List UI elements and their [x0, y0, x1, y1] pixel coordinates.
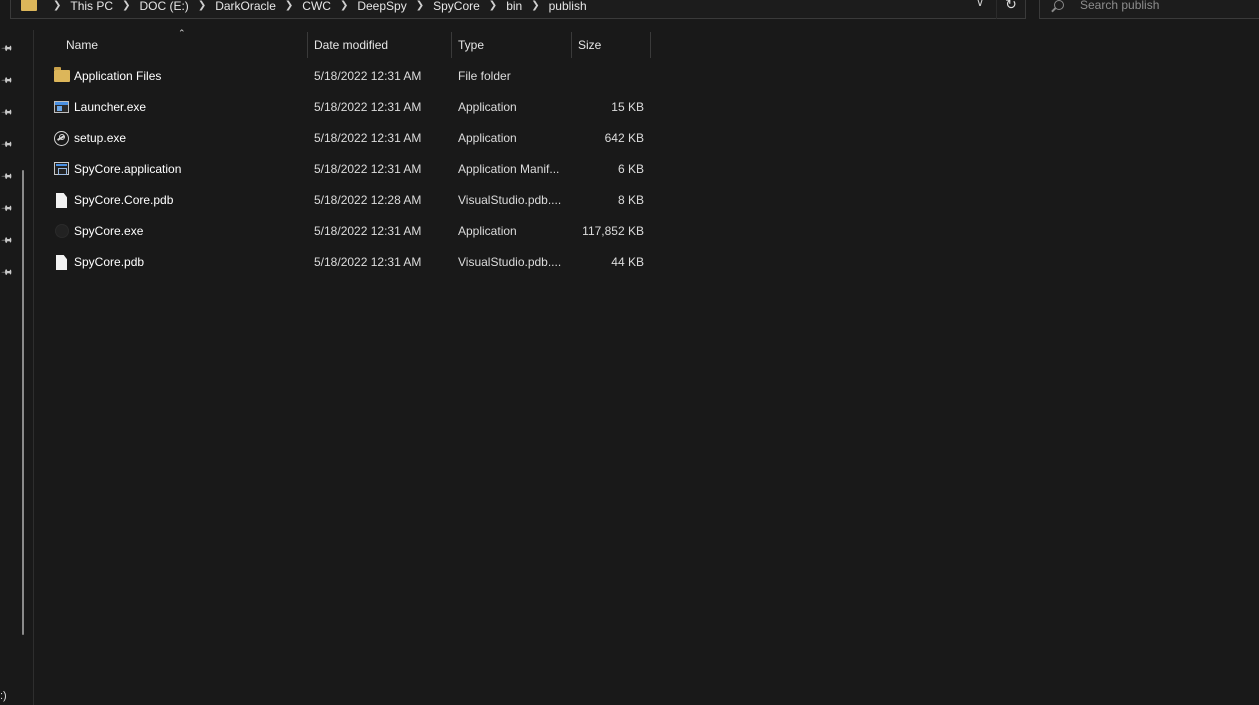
pin-icon[interactable]: 🖈 — [0, 233, 14, 248]
breadcrumb-spycore[interactable]: SpyCore — [433, 0, 480, 13]
file-date: 5/18/2022 12:31 AM — [314, 100, 422, 114]
pin-icon[interactable]: 🖈 — [0, 265, 14, 280]
chevron-right-icon[interactable]: ❯ — [531, 0, 539, 11]
file-type: VisualStudio.pdb.... — [458, 255, 562, 269]
file-type: Application — [458, 131, 517, 145]
pin-icon[interactable]: 🖈 — [0, 105, 14, 120]
column-resize-handle[interactable] — [650, 32, 651, 58]
chevron-right-icon[interactable]: ❯ — [198, 0, 206, 11]
file-size: 642 KB — [604, 131, 644, 145]
file-name: Application Files — [74, 69, 162, 83]
file-type: Application — [458, 100, 517, 114]
address-bar[interactable]: ❯ This PC ❯ DOC (E:) ❯ DarkOracle ❯ CWC … — [10, 0, 1026, 19]
file-name: SpyCore.Core.pdb — [74, 193, 174, 207]
file-name: Launcher.exe — [74, 100, 147, 114]
breadcrumb-this-pc[interactable]: This PC — [70, 0, 113, 13]
nav-item-drive-fragment[interactable]: :) — [0, 690, 7, 702]
folder-icon — [54, 67, 70, 82]
folder-icon — [21, 0, 37, 11]
exe-icon — [54, 101, 69, 113]
file-type: Application Manif... — [458, 162, 560, 176]
file-row[interactable]: SpyCore.exe 5/18/2022 12:31 AM Applicati… — [35, 216, 655, 247]
file-type: Application — [458, 224, 517, 238]
pin-icon[interactable]: 🖈 — [0, 73, 14, 88]
pin-icon[interactable]: 🖈 — [0, 201, 14, 216]
chevron-right-icon[interactable]: ❯ — [285, 0, 293, 11]
search-icon — [1054, 0, 1064, 10]
search-box[interactable] — [1039, 0, 1259, 19]
file-size: 117,852 KB — [582, 224, 644, 238]
document-icon — [56, 193, 67, 208]
refresh-icon[interactable]: ↻ — [1001, 0, 1021, 14]
chevron-right-icon[interactable]: ❯ — [53, 0, 61, 11]
file-row[interactable]: SpyCore.Core.pdb 5/18/2022 12:28 AM Visu… — [35, 185, 655, 216]
breadcrumb-cwc[interactable]: CWC — [302, 0, 331, 13]
chevron-right-icon[interactable]: ❯ — [489, 0, 497, 11]
file-row[interactable]: Launcher.exe 5/18/2022 12:31 AM Applicat… — [35, 92, 655, 123]
pin-icon[interactable]: 🖈 — [0, 169, 14, 184]
file-row[interactable]: Application Files 5/18/2022 12:31 AM Fil… — [35, 61, 655, 92]
file-size: 44 KB — [611, 255, 644, 269]
setup-icon — [54, 131, 69, 146]
column-header-size[interactable]: Size — [572, 32, 650, 58]
file-name: SpyCore.exe — [74, 224, 144, 238]
file-type: File folder — [458, 69, 511, 83]
chevron-down-icon[interactable]: ∨ — [972, 0, 988, 11]
chevron-right-icon[interactable]: ❯ — [416, 0, 424, 11]
pin-icon[interactable]: 🖈 — [0, 137, 14, 152]
file-size — [575, 61, 644, 92]
column-header-type[interactable]: Type — [452, 32, 571, 58]
file-size: 15 KB — [611, 100, 644, 114]
column-header-date[interactable]: Date modified — [308, 32, 451, 58]
app-icon — [55, 224, 69, 238]
navigation-pane: 🖈 🖈 🖈 🖈 🖈 🖈 🖈 🖈 — [0, 30, 22, 705]
file-row[interactable]: setup.exe 5/18/2022 12:31 AM Application… — [35, 123, 655, 154]
file-list: Application Files 5/18/2022 12:31 AM Fil… — [35, 61, 655, 278]
file-type: VisualStudio.pdb.... — [458, 193, 562, 207]
file-name: SpyCore.application — [74, 162, 182, 176]
file-name: setup.exe — [74, 131, 127, 145]
column-header-name[interactable]: Name — [60, 32, 307, 58]
breadcrumb-deepspy[interactable]: DeepSpy — [357, 0, 406, 13]
breadcrumb-darkoracle[interactable]: DarkOracle — [215, 0, 276, 13]
chevron-right-icon[interactable]: ❯ — [340, 0, 348, 11]
file-date: 5/18/2022 12:31 AM — [314, 224, 422, 238]
file-size: 6 KB — [617, 162, 644, 176]
file-row[interactable]: SpyCore.application 5/18/2022 12:31 AM A… — [35, 154, 655, 185]
file-date: 5/18/2022 12:31 AM — [314, 131, 422, 145]
pane-divider[interactable] — [33, 30, 34, 705]
divider — [996, 0, 997, 19]
file-size: 8 KB — [617, 193, 644, 207]
file-row[interactable]: SpyCore.pdb 5/18/2022 12:31 AM VisualStu… — [35, 247, 655, 278]
file-date: 5/18/2022 12:31 AM — [314, 255, 422, 269]
document-icon — [56, 255, 67, 270]
file-name: SpyCore.pdb — [74, 255, 145, 269]
search-input[interactable] — [1080, 0, 1250, 13]
nav-scrollbar[interactable] — [22, 170, 24, 635]
chevron-right-icon[interactable]: ❯ — [122, 0, 130, 11]
file-date: 5/18/2022 12:28 AM — [314, 193, 422, 207]
file-date: 5/18/2022 12:31 AM — [314, 69, 422, 83]
file-date: 5/18/2022 12:31 AM — [314, 162, 422, 176]
breadcrumb-bin[interactable]: bin — [506, 0, 522, 13]
breadcrumb: ❯ This PC ❯ DOC (E:) ❯ DarkOracle ❯ CWC … — [44, 0, 587, 19]
pin-icon[interactable]: 🖈 — [0, 41, 14, 56]
breadcrumb-drive[interactable]: DOC (E:) — [139, 0, 188, 13]
manifest-icon — [54, 162, 69, 175]
breadcrumb-publish[interactable]: publish — [549, 0, 587, 13]
